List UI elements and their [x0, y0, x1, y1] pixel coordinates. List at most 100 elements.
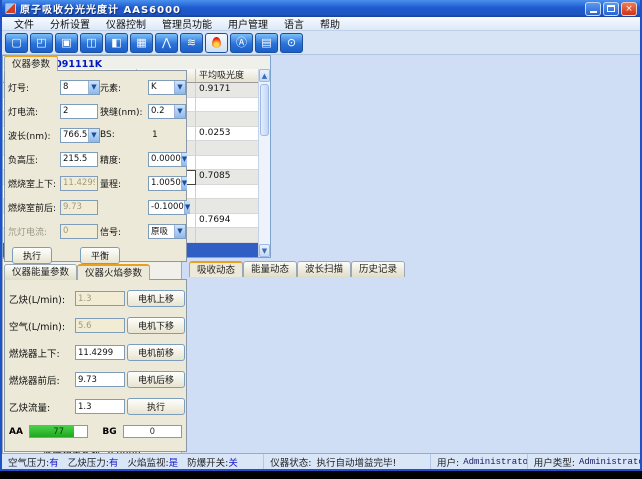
burner-frontback-label: 燃烧器前后:	[9, 373, 75, 387]
negative-hv-input[interactable]	[60, 152, 98, 167]
bg-label: BG	[102, 427, 116, 437]
bg-energy-value: 0	[124, 426, 181, 437]
lamp-number-select[interactable]: 8▼	[60, 80, 100, 95]
peak-profile-icon[interactable]: ⋀	[155, 33, 178, 53]
signal-label: 信号:	[100, 225, 148, 238]
chevron-down-icon: ▼	[88, 81, 99, 94]
table-vertical-scrollbar[interactable]: ▲ ▼	[258, 69, 270, 257]
status-item-2: 火焰监视:是	[127, 455, 178, 469]
save-icon[interactable]: ▣	[55, 33, 78, 53]
range-select[interactable]: 1.0050▼	[148, 176, 186, 191]
scroll-up-icon[interactable]: ▲	[259, 69, 270, 82]
slit-select[interactable]: 0.2▼	[148, 104, 186, 119]
tab-bottom-1[interactable]: 能量动态	[243, 261, 297, 277]
burner-updown-input[interactable]	[75, 345, 125, 360]
menu-item-5[interactable]: 语言	[276, 16, 312, 31]
tab-instrument-params[interactable]: 仪器参数	[4, 55, 58, 71]
status-item-3: 防爆开关:关	[187, 455, 238, 469]
element-select[interactable]: K▼	[148, 80, 186, 95]
flame-glyph	[212, 37, 221, 48]
bg-energy-meter: 0	[123, 425, 182, 438]
title-bar: 原子吸收分光光度计 AAS6000 ×	[2, 0, 640, 17]
autosampler-icon[interactable]: Ⓐ	[230, 33, 253, 53]
balance-button[interactable]: 平衡	[80, 247, 120, 264]
menu-item-0[interactable]: 文件	[6, 16, 42, 31]
power-icon[interactable]: ⊙	[280, 33, 303, 53]
wavelength-scan-icon[interactable]: ≋	[180, 33, 203, 53]
d2-lamp-current-label: 氘灯电流:	[8, 225, 60, 238]
menu-item-2[interactable]: 仪器控制	[98, 16, 154, 31]
chevron-down-icon: ▼	[174, 105, 185, 118]
user-type-section: 用户类型:Administrator	[528, 454, 640, 469]
flame-icon[interactable]	[205, 33, 228, 53]
execute-button[interactable]: 执行	[12, 247, 52, 264]
burner-frontback-button[interactable]: 电机后移	[127, 371, 185, 388]
instrument-status-section: 仪器状态:执行自动增益完毕!	[264, 454, 431, 469]
burner-updown-button[interactable]: 电机前移	[127, 344, 185, 361]
printer-icon[interactable]: ▤	[255, 33, 278, 53]
element-lamp-icon[interactable]: ◧	[105, 33, 128, 53]
burner-updown-label: 燃烧器上下:	[9, 346, 75, 360]
chamber-updown-label: 燃烧室上下:	[8, 177, 60, 190]
menu-item-4[interactable]: 用户管理	[220, 16, 276, 31]
menu-item-3[interactable]: 管理员功能	[154, 16, 220, 31]
chevron-down-icon: ▼	[174, 81, 185, 94]
burner-frontback-input[interactable]	[75, 372, 125, 387]
chamber-frontback-input	[60, 200, 98, 215]
tab-bottom-3[interactable]: 历史记录	[351, 261, 405, 277]
column-header-3[interactable]: 平均吸光度	[196, 69, 258, 82]
lamp-number-label: 灯号:	[8, 81, 60, 94]
air-button[interactable]: 电机下移	[127, 317, 185, 334]
client-area: 仪器参数 灯号:8▼元素:K▼灯电流:狭缝(nm):0.2▼波长(nm):766…	[2, 55, 640, 453]
burner-icon[interactable]: ▦	[130, 33, 153, 53]
bottom-tabstrip: 吸收动态能量动态波长扫描历史记录	[189, 261, 405, 277]
tab-bottom-0[interactable]: 吸收动态	[189, 261, 243, 277]
zero-offset-select[interactable]: -0.1000▼	[148, 200, 186, 215]
tab-flame-1[interactable]: 仪器火焰参数	[77, 264, 150, 280]
scroll-down-icon[interactable]: ▼	[259, 244, 270, 257]
lamp-current-label: 灯电流:	[8, 105, 60, 118]
open-file-icon[interactable]: ◰	[30, 33, 53, 53]
precision-select[interactable]: 0.0000▼	[148, 152, 186, 167]
status-bar: 空气压力:有乙炔压力:有火焰监视:是防爆开关:关仪器状态:执行自动增益完毕!用户…	[2, 453, 640, 469]
precision-label: 精度:	[100, 153, 148, 166]
menu-item-6[interactable]: 帮助	[312, 16, 348, 31]
chamber-updown-input	[60, 176, 98, 191]
lamp-current-input[interactable]	[60, 104, 98, 119]
window-title: 原子吸收分光光度计 AAS6000	[20, 1, 581, 16]
pressure-status-section: 空气压力:有乙炔压力:有火焰监视:是防爆开关:关	[2, 454, 264, 469]
element-label: 元素:	[100, 81, 148, 94]
negative-hv-label: 负高压:	[8, 153, 60, 166]
scrollbar-thumb[interactable]	[260, 84, 269, 136]
tab-flame-0[interactable]: 仪器能量参数	[4, 264, 77, 280]
wavelength-select[interactable]: 766.5▼	[60, 128, 100, 143]
toolbar: ▢◰▣◫◧▦⋀≋ Ⓐ▤⊙	[2, 31, 640, 55]
chevron-down-icon: ▼	[174, 225, 185, 238]
app-window: 原子吸收分光光度计 AAS6000 × 文件分析设置仪器控制管理员功能用户管理语…	[0, 0, 642, 471]
aa-energy-value: 77	[30, 426, 87, 437]
menu-item-1[interactable]: 分析设置	[42, 16, 98, 31]
chevron-down-icon: ▼	[88, 129, 99, 142]
acetylene-flow-input[interactable]	[75, 399, 125, 414]
acetylene-button[interactable]: 电机上移	[127, 290, 185, 307]
air-label: 空气(L/min):	[9, 319, 75, 333]
d2-lamp-current-input	[60, 224, 98, 239]
acetylene-flow-button[interactable]: 执行	[127, 398, 185, 415]
acetylene-label: 乙炔(L/min):	[9, 292, 75, 306]
chevron-down-icon: ▼	[184, 201, 190, 214]
close-button[interactable]: ×	[621, 2, 637, 16]
lamp-energy-icon[interactable]: ◫	[80, 33, 103, 53]
signal-select[interactable]: 原吸▼	[148, 224, 186, 239]
tab-bottom-2[interactable]: 波长扫描	[297, 261, 351, 277]
params-tabstrip: 仪器参数	[4, 55, 58, 71]
user-section: 用户:Administrator	[431, 454, 528, 469]
new-file-icon[interactable]: ▢	[5, 33, 28, 53]
air-input	[75, 318, 125, 333]
status-item-1: 乙炔压力:有	[68, 455, 119, 469]
acetylene-input	[75, 291, 125, 306]
minimize-button[interactable]	[585, 2, 601, 16]
aa-energy-meter: 77	[29, 425, 88, 438]
menu-bar: 文件分析设置仪器控制管理员功能用户管理语言帮助	[2, 17, 640, 31]
flame-tabstrip: 仪器能量参数仪器火焰参数	[4, 264, 150, 280]
maximize-button[interactable]	[603, 2, 619, 16]
